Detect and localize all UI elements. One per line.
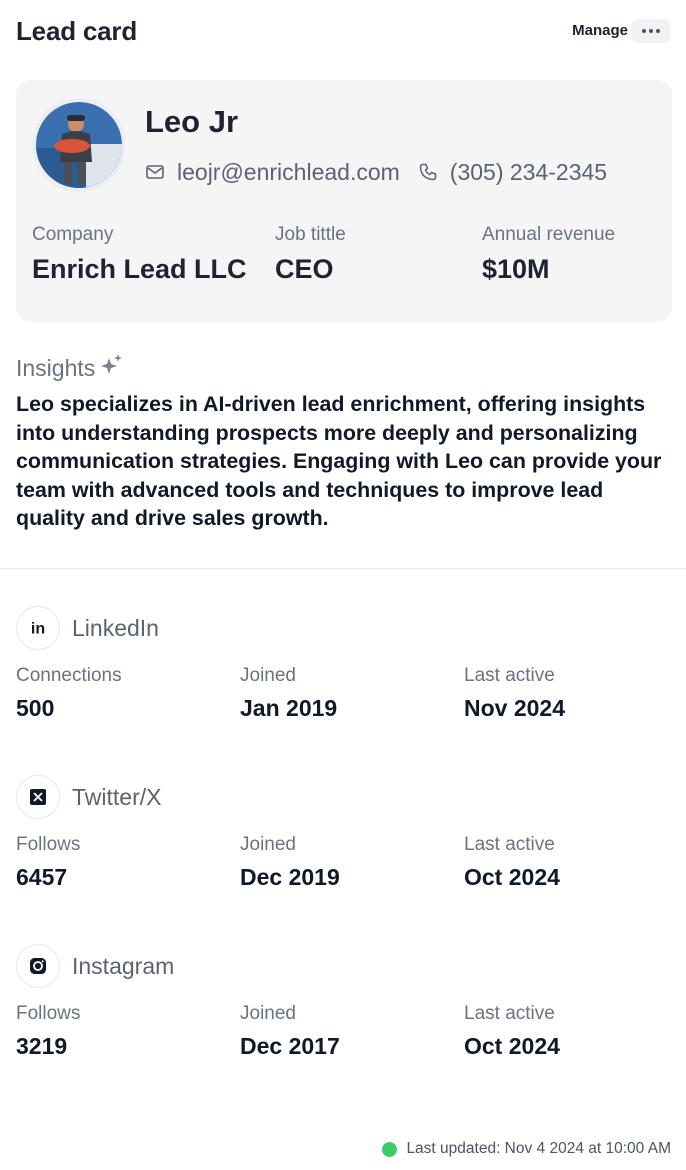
lead-card-header: Lead card Manage: [16, 14, 670, 50]
stat-value: Nov 2024: [464, 695, 566, 721]
mail-icon: [145, 162, 165, 182]
instagram-section: Instagram Follows 3219 Joined Dec 2017 L…: [16, 943, 670, 1063]
contact-row: leojr@enrichlead.com (305) 234-2345: [145, 156, 607, 188]
job-title-field: Job tittle CEO: [275, 224, 346, 285]
job-title-value: CEO: [275, 254, 334, 284]
insights-text: Leo specializes in AI-driven lead enrich…: [16, 392, 662, 530]
stat-label: Connections: [16, 665, 122, 686]
avatar-photo: [36, 102, 122, 188]
linkedin-name: LinkedIn: [72, 614, 159, 641]
linkedin-last-active: Last active Nov 2024: [464, 665, 565, 722]
section-divider: [0, 568, 686, 569]
instagram-last-active: Last active Oct 2024: [464, 1003, 560, 1060]
company-value: Enrich Lead LLC: [32, 254, 247, 284]
instagram-follows: Follows 3219: [16, 1003, 80, 1060]
last-updated-text: Last updated: Nov 4 2024 at 10:00 AM: [406, 1140, 671, 1157]
twitter-joined: Joined Dec 2019: [240, 834, 340, 891]
twitter-last-active: Last active Oct 2024: [464, 834, 560, 891]
twitter-name: Twitter/X: [72, 783, 162, 810]
stat-value: 3219: [16, 1033, 68, 1059]
stat-label: Follows: [16, 834, 81, 855]
ellipsis-icon: [642, 29, 660, 33]
linkedin-section: in LinkedIn Connections 500 Joined Jan 2…: [16, 605, 670, 725]
manage-button[interactable]: Manage: [572, 22, 628, 39]
company-field: Company Enrich Lead LLC: [32, 224, 247, 285]
twitter-follows: Follows 6457: [16, 834, 80, 891]
status-dot-icon: [382, 1141, 398, 1157]
stat-label: Last active: [464, 834, 555, 855]
linkedin-icon[interactable]: in: [16, 606, 60, 650]
insights-heading: Insights: [16, 352, 125, 384]
instagram-icon[interactable]: [16, 944, 60, 988]
stat-value: Jan 2019: [240, 695, 338, 721]
stat-value: Oct 2024: [464, 1033, 560, 1059]
avatar: [32, 98, 126, 192]
email-link[interactable]: leojr@enrichlead.com: [177, 159, 400, 186]
stat-label: Joined: [240, 834, 296, 855]
last-updated-footer: Last updated: Nov 4 2024 at 10:00 AM: [382, 1140, 671, 1158]
instagram-name: Instagram: [72, 952, 175, 979]
stat-value: Oct 2024: [464, 864, 560, 890]
linkedin-header: in LinkedIn: [16, 605, 159, 651]
annual-revenue-value: $10M: [482, 254, 550, 284]
instagram-header: Instagram: [16, 943, 174, 989]
stat-label: Last active: [464, 1003, 555, 1024]
more-options-button[interactable]: [632, 19, 670, 43]
linkedin-joined: Joined Jan 2019: [240, 665, 337, 722]
job-title-label: Job tittle: [275, 224, 346, 245]
stat-value: 500: [16, 695, 55, 721]
page-title: Lead card: [16, 16, 138, 46]
annual-revenue-label: Annual revenue: [482, 224, 616, 245]
profile-card: Leo Jr leojr@enrichlead.com (305) 234-23…: [16, 80, 672, 322]
twitter-section: Twitter/X Follows 6457 Joined Dec 2019 L…: [16, 774, 670, 894]
stat-label: Follows: [16, 1003, 81, 1024]
annual-revenue-field: Annual revenue $10M: [482, 224, 615, 285]
phone-icon: [418, 162, 438, 182]
stat-label: Joined: [240, 665, 296, 686]
twitter-header: Twitter/X: [16, 774, 161, 820]
insights-label: Insights: [16, 354, 96, 381]
stat-value: 6457: [16, 864, 68, 890]
x-icon[interactable]: [16, 775, 60, 819]
instagram-joined: Joined Dec 2017: [240, 1003, 340, 1060]
svg-text:in: in: [31, 621, 45, 638]
stat-label: Joined: [240, 1003, 296, 1024]
company-label: Company: [32, 224, 114, 245]
stat-value: Dec 2017: [240, 1033, 340, 1059]
stat-value: Dec 2019: [240, 864, 340, 890]
stat-label: Last active: [464, 665, 555, 686]
linkedin-connections: Connections 500: [16, 665, 122, 722]
phone-link[interactable]: (305) 234-2345: [450, 159, 607, 186]
sparkle-icon: [95, 352, 125, 384]
lead-name: Leo Jr: [145, 104, 239, 139]
